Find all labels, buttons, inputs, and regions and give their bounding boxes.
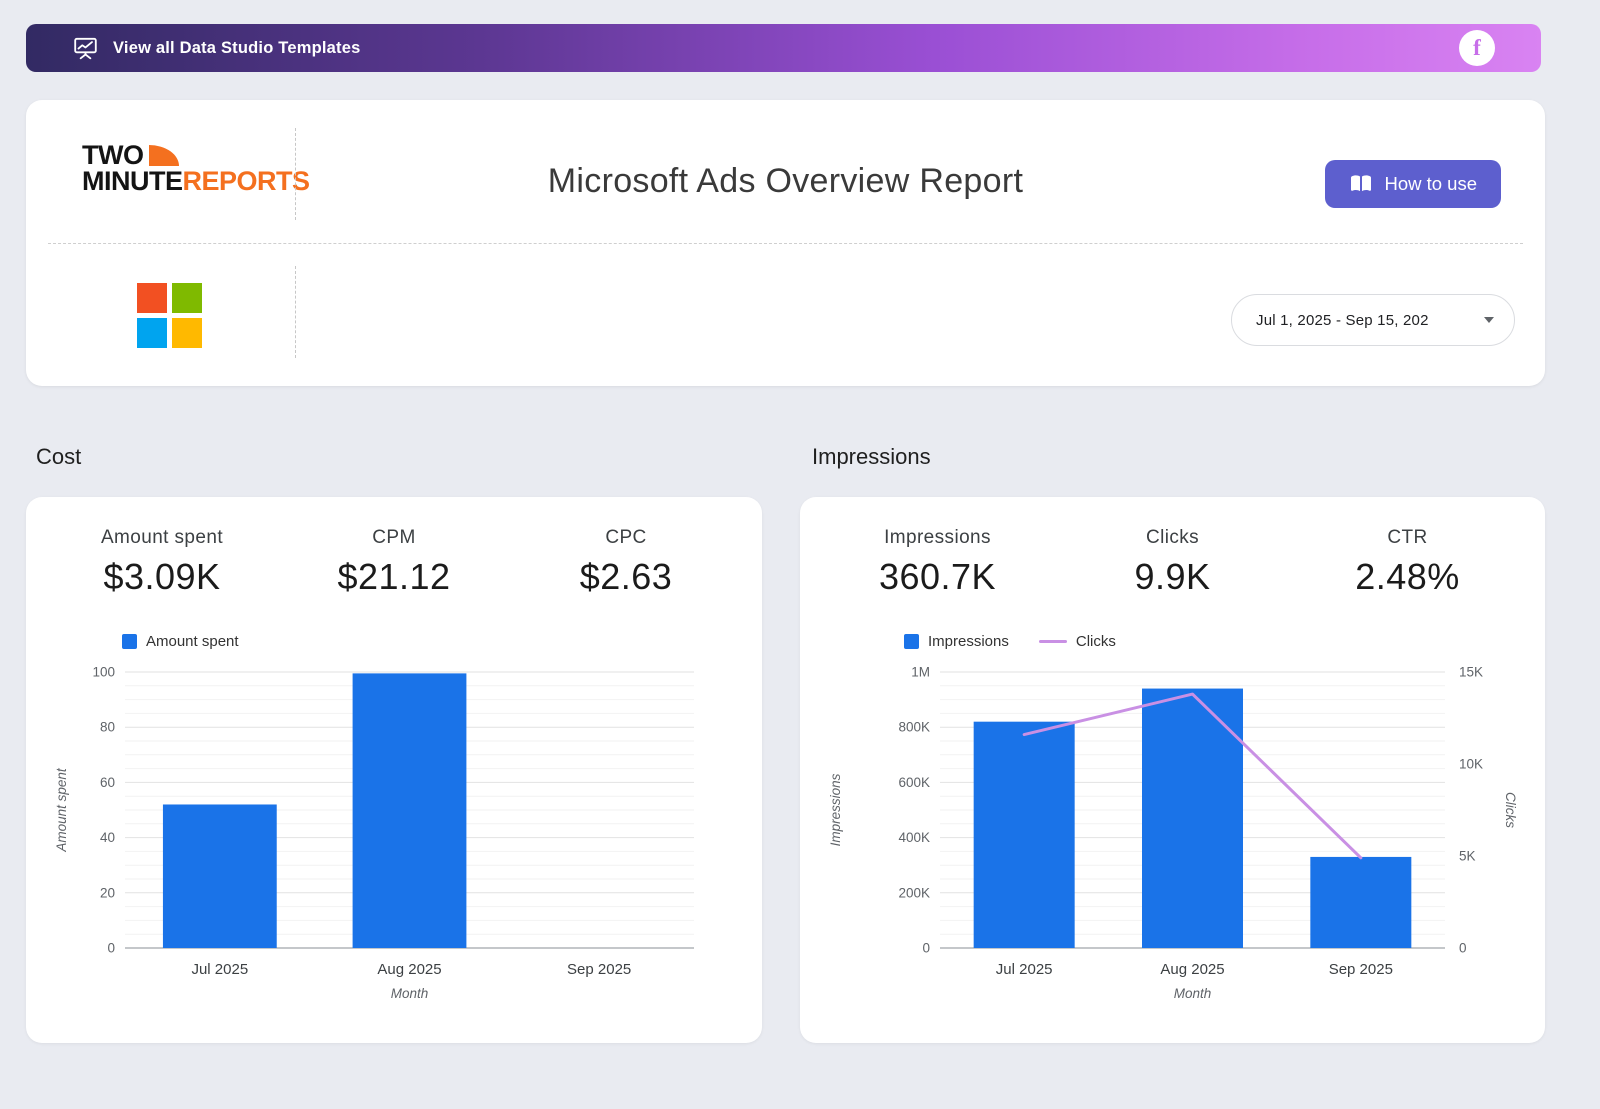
kpi-value: 2.48% — [1290, 556, 1525, 598]
svg-text:100: 100 — [92, 665, 115, 680]
kpi-label: CPC — [510, 527, 742, 549]
legend-item-clicks[interactable]: Clicks — [1039, 633, 1116, 650]
legend-label: Amount spent — [146, 633, 239, 650]
logo-text-reports: REPORTS — [183, 166, 310, 196]
date-range-value: Jul 1, 2025 - Sep 15, 202 — [1256, 312, 1429, 329]
svg-text:0: 0 — [922, 941, 930, 956]
logo-text-two: TWO — [82, 142, 143, 168]
cost-section-label: Cost — [36, 444, 81, 470]
kpi-ctr: CTR 2.48% — [1290, 527, 1525, 598]
cost-chart-legend: Amount spent — [122, 632, 762, 650]
legend-item-amount-spent[interactable]: Amount spent — [122, 633, 239, 650]
book-icon — [1349, 174, 1373, 194]
svg-text:Clicks: Clicks — [1503, 792, 1518, 828]
svg-text:15K: 15K — [1459, 665, 1483, 680]
microsoft-logo — [137, 283, 202, 348]
logo-text-minute: MINUTE — [82, 166, 183, 196]
page: View all Data Studio Templates f TWO MIN… — [0, 0, 1600, 1109]
vertical-divider — [295, 128, 296, 220]
kpi-label: CTR — [1290, 527, 1525, 549]
kpi-label: Clicks — [1055, 527, 1290, 549]
svg-text:400K: 400K — [898, 830, 930, 845]
templates-banner[interactable]: View all Data Studio Templates f — [26, 24, 1541, 72]
vertical-divider — [295, 266, 296, 358]
svg-text:Month: Month — [1174, 986, 1212, 1001]
legend-line-swatch — [1039, 640, 1067, 643]
svg-text:1M: 1M — [911, 665, 930, 680]
impressions-clicks-combo-chart: 0 200K 400K 600K 800K 1M 0 5K 10K 15K Jul 2025 Aug … — [800, 656, 1545, 1008]
kpi-label: Impressions — [820, 527, 1055, 549]
svg-text:10K: 10K — [1459, 757, 1483, 772]
amount-spent-bar-chart: 0 20 40 60 80 100 Jul 2025 Aug 2025 Sep 2025 Mont… — [26, 656, 762, 1008]
svg-text:20: 20 — [100, 885, 115, 900]
svg-text:Impressions: Impressions — [828, 773, 843, 846]
two-minute-reports-logo: TWO MINUTEREPORTS — [82, 142, 310, 195]
presentation-chart-icon — [72, 35, 99, 61]
svg-text:60: 60 — [100, 775, 115, 790]
kpi-label: Amount spent — [46, 527, 278, 549]
kpi-value: $3.09K — [46, 556, 278, 598]
horizontal-divider — [48, 243, 1523, 244]
report-header-card: TWO MINUTEREPORTS Microsoft Ads Overview… — [26, 100, 1545, 386]
svg-text:Aug 2025: Aug 2025 — [1160, 961, 1224, 978]
kpi-value: 9.9K — [1055, 556, 1290, 598]
svg-text:Sep 2025: Sep 2025 — [1329, 961, 1393, 978]
kpi-label: CPM — [278, 527, 510, 549]
how-to-use-label: How to use — [1384, 173, 1477, 195]
svg-text:Month: Month — [391, 986, 429, 1001]
svg-text:Sep 2025: Sep 2025 — [567, 961, 631, 978]
svg-text:Jul 2025: Jul 2025 — [996, 961, 1053, 978]
date-range-selector[interactable]: Jul 1, 2025 - Sep 15, 202 — [1231, 294, 1515, 346]
impressions-kpi-row: Impressions 360.7K Clicks 9.9K CTR 2.48% — [800, 527, 1545, 598]
kpi-cpm: CPM $21.12 — [278, 527, 510, 598]
microsoft-logo-blue-square — [137, 318, 167, 348]
svg-text:80: 80 — [100, 720, 115, 735]
kpi-impressions: Impressions 360.7K — [820, 527, 1055, 598]
svg-text:Amount spent: Amount spent — [54, 767, 69, 853]
microsoft-logo-red-square — [137, 283, 167, 313]
cost-kpi-row: Amount spent $3.09K CPM $21.12 CPC $2.63 — [26, 527, 762, 598]
banner-label: View all Data Studio Templates — [113, 39, 360, 58]
kpi-clicks: Clicks 9.9K — [1055, 527, 1290, 598]
svg-text:200K: 200K — [898, 885, 930, 900]
how-to-use-button[interactable]: How to use — [1325, 160, 1501, 208]
kpi-value: $2.63 — [510, 556, 742, 598]
legend-label: Impressions — [928, 633, 1009, 650]
microsoft-logo-yellow-square — [172, 318, 202, 348]
svg-text:Jul 2025: Jul 2025 — [191, 961, 248, 978]
kpi-cpc: CPC $2.63 — [510, 527, 742, 598]
impressions-chart-legend: Impressions Clicks — [904, 632, 1545, 650]
legend-bar-swatch — [122, 634, 137, 649]
page-title: Microsoft Ads Overview Report — [326, 162, 1245, 201]
svg-text:0: 0 — [1459, 941, 1467, 956]
facebook-icon[interactable]: f — [1459, 30, 1495, 66]
caret-down-icon — [1484, 317, 1494, 323]
kpi-value: 360.7K — [820, 556, 1055, 598]
svg-text:5K: 5K — [1459, 849, 1476, 864]
svg-text:40: 40 — [100, 830, 115, 845]
impressions-section-label: Impressions — [812, 444, 931, 470]
svg-text:600K: 600K — [898, 775, 930, 790]
logo-swoosh-icon — [149, 145, 179, 166]
cost-card: Amount spent $3.09K CPM $21.12 CPC $2.63… — [26, 497, 762, 1043]
legend-bar-swatch — [904, 634, 919, 649]
microsoft-logo-green-square — [172, 283, 202, 313]
legend-item-impressions[interactable]: Impressions — [904, 633, 1009, 650]
kpi-amount-spent: Amount spent $3.09K — [46, 527, 278, 598]
legend-label: Clicks — [1076, 633, 1116, 650]
svg-text:800K: 800K — [898, 720, 930, 735]
svg-text:Aug 2025: Aug 2025 — [377, 961, 441, 978]
impressions-card: Impressions 360.7K Clicks 9.9K CTR 2.48%… — [800, 497, 1545, 1043]
svg-text:0: 0 — [107, 941, 115, 956]
kpi-value: $21.12 — [278, 556, 510, 598]
